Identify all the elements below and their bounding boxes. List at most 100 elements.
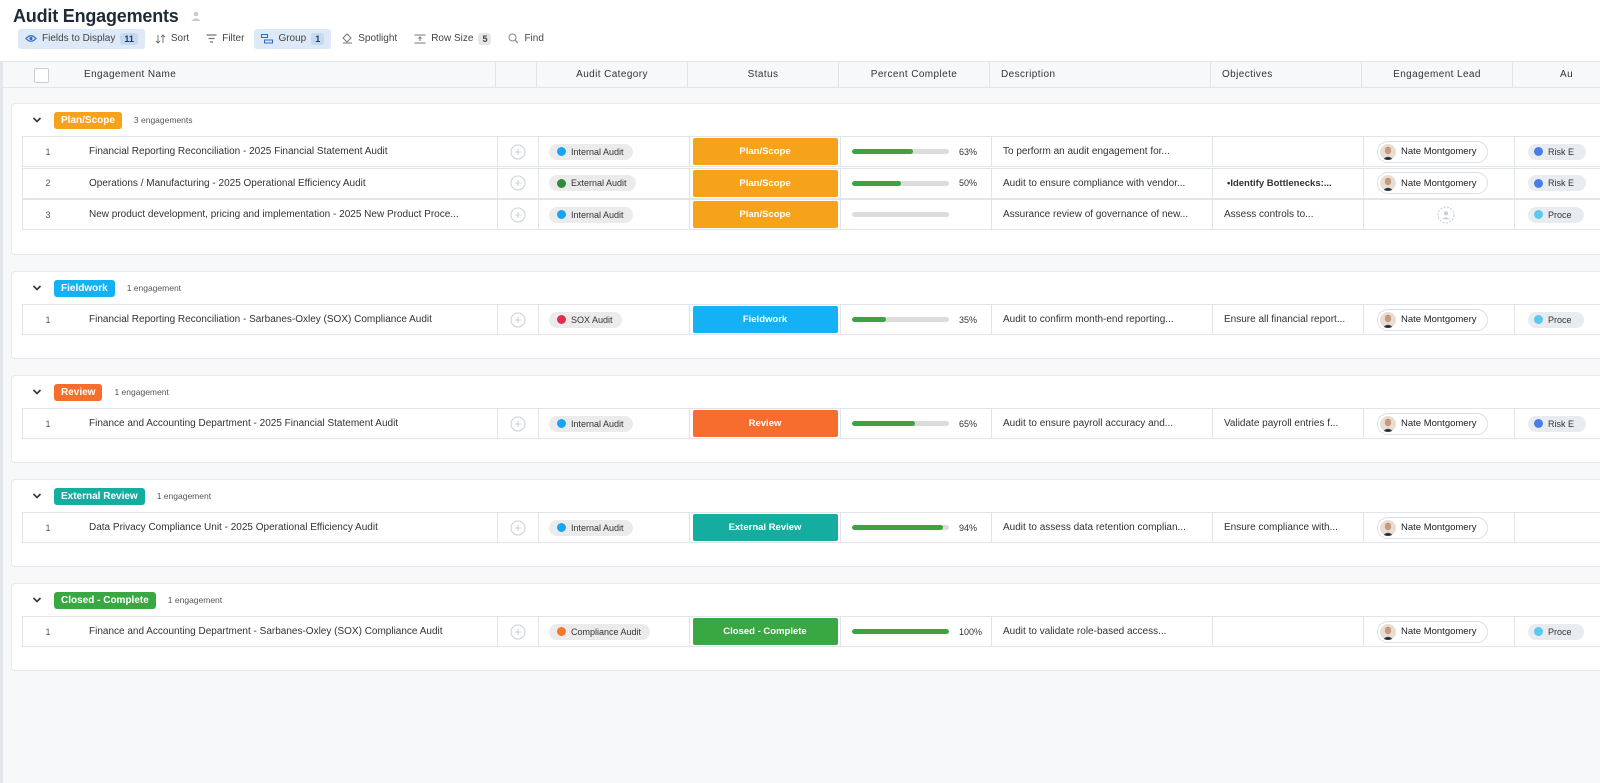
header-next-column[interactable]: Au <box>1513 62 1600 88</box>
select-all-checkbox[interactable] <box>34 68 49 83</box>
header-description[interactable]: Description <box>990 62 1211 88</box>
engagement-lead-cell[interactable]: Nate Montgomery <box>1364 305 1515 334</box>
header-objectives[interactable]: Objectives <box>1211 62 1362 88</box>
table-row[interactable]: 1 Financial Reporting Reconciliation - Sa… <box>22 304 1600 335</box>
objectives-cell[interactable] <box>1213 617 1364 646</box>
add-comment-cell[interactable] <box>498 409 539 438</box>
objectives-cell[interactable]: Assess controls to... <box>1213 200 1364 229</box>
engagement-lead-cell[interactable]: Nate Montgomery <box>1364 409 1515 438</box>
audit-category-cell[interactable]: SOX Audit <box>539 305 690 334</box>
status-cell[interactable]: Fieldwork <box>690 305 841 334</box>
status-cell[interactable]: Plan/Scope <box>690 137 841 166</box>
share-users-icon[interactable] <box>189 9 203 23</box>
objectives-cell[interactable]: Validate payroll entries f... <box>1213 409 1364 438</box>
audit-category-cell[interactable]: Internal Audit <box>539 409 690 438</box>
add-comment-icon <box>510 143 526 160</box>
engagement-lead-cell[interactable]: Nate Montgomery <box>1364 137 1515 166</box>
chevron-down-icon[interactable] <box>32 491 42 501</box>
percent-complete-cell[interactable]: 63% <box>841 137 992 166</box>
status-badge: Review <box>692 410 838 437</box>
description-cell[interactable]: Audit to assess data retention complian.… <box>992 513 1213 542</box>
add-comment-cell[interactable] <box>498 137 539 166</box>
engagement-lead-cell[interactable]: Nate Montgomery <box>1364 168 1515 198</box>
engagement-name-cell[interactable]: Finance and Accounting Department - 2025… <box>73 409 498 438</box>
percent-complete-cell[interactable]: 35% <box>841 305 992 334</box>
add-comment-cell[interactable] <box>498 200 539 229</box>
table-row[interactable]: 3 New product development, pricing and im… <box>22 199 1600 230</box>
group-count: 1 engagement <box>126 283 182 293</box>
status-cell[interactable]: Closed - Complete <box>690 617 841 646</box>
status-cell[interactable]: Plan/Scope <box>690 168 841 198</box>
audit-category-cell[interactable]: Internal Audit <box>539 137 690 166</box>
add-comment-cell[interactable] <box>498 168 539 198</box>
header-status[interactable]: Status <box>688 62 839 88</box>
description-cell[interactable]: Audit to validate role-based access... <box>992 617 1213 646</box>
objectives-cell[interactable]: Ensure compliance with... <box>1213 513 1364 542</box>
audit-category-cell[interactable]: Internal Audit <box>539 513 690 542</box>
engagement-lead-chip: Nate Montgomery <box>1377 412 1488 435</box>
engagement-name-cell[interactable]: Operations / Manufacturing - 2025 Operat… <box>73 168 498 198</box>
category-dot <box>557 315 566 324</box>
table-row[interactable]: 2 Operations / Manufacturing - 2025 Opera… <box>22 167 1600 199</box>
next-column-cell[interactable] <box>1515 513 1600 542</box>
header-percent-complete[interactable]: Percent Complete <box>839 62 990 88</box>
next-column-cell[interactable]: Risk E <box>1515 409 1600 438</box>
next-column-cell[interactable]: Proce <box>1515 305 1600 334</box>
objectives-cell[interactable]: • Identify Bottlenecks:... <box>1213 168 1364 198</box>
group-button[interactable]: Group 1 <box>254 28 332 49</box>
row-size-button[interactable]: Row Size 5 <box>407 29 498 49</box>
chevron-down-icon[interactable] <box>32 595 42 605</box>
table-row[interactable]: 1 Data Privacy Compliance Unit - 2025 Ope… <box>22 512 1600 543</box>
engagement-lead-cell[interactable]: Nate Montgomery <box>1364 617 1515 646</box>
table-row[interactable]: 1 Financial Reporting Reconciliation - 20… <box>22 136 1600 167</box>
percent-complete-cell[interactable]: 100% <box>841 617 992 646</box>
engagement-name-cell[interactable]: Financial Reporting Reconciliation - 202… <box>73 137 498 166</box>
filter-button[interactable]: Filter <box>199 29 251 49</box>
next-column-cell[interactable]: Proce <box>1515 200 1600 229</box>
percent-complete-cell[interactable] <box>841 200 992 229</box>
add-comment-cell[interactable] <box>498 305 539 334</box>
engagement-name-cell[interactable]: New product development, pricing and imp… <box>73 200 498 229</box>
description-cell[interactable]: Assurance review of governance of new... <box>992 200 1213 229</box>
description-cell[interactable]: To perform an audit engagement for... <box>992 137 1213 166</box>
audit-category-cell[interactable]: Internal Audit <box>539 200 690 229</box>
engagement-name-cell[interactable]: Financial Reporting Reconciliation - Sar… <box>73 305 498 334</box>
find-button[interactable]: Find <box>501 29 550 49</box>
add-comment-cell[interactable] <box>498 617 539 646</box>
chevron-down-icon[interactable] <box>32 115 42 125</box>
engagement-lead-cell[interactable] <box>1364 200 1515 229</box>
fields-to-display-button[interactable]: Fields to Display 11 <box>18 28 145 49</box>
description-cell[interactable]: Audit to ensure payroll accuracy and... <box>992 409 1213 438</box>
percent-label: 63% <box>959 146 978 157</box>
header-engagement-name[interactable]: Engagement Name <box>73 62 496 88</box>
next-column-cell[interactable]: Proce <box>1515 617 1600 646</box>
audit-category-cell[interactable]: Compliance Audit <box>539 617 690 646</box>
engagement-name-cell[interactable]: Finance and Accounting Department - Sarb… <box>73 617 498 646</box>
sort-button[interactable]: Sort <box>148 29 196 49</box>
fields-count-badge: 11 <box>120 32 138 45</box>
header-audit-category[interactable]: Audit Category <box>537 62 688 88</box>
next-column-cell[interactable]: Risk E <box>1515 169 1600 198</box>
table-row[interactable]: 1 Finance and Accounting Department - 202… <box>22 408 1600 439</box>
description-cell[interactable]: Audit to ensure compliance with vendor..… <box>992 168 1213 198</box>
table-row[interactable]: 1 Finance and Accounting Department - Sar… <box>22 616 1600 647</box>
percent-complete-cell[interactable]: 94% <box>841 513 992 542</box>
engagement-name-cell[interactable]: Data Privacy Compliance Unit - 2025 Oper… <box>73 513 498 542</box>
objectives-cell[interactable]: Ensure all financial report... <box>1213 305 1364 334</box>
column-header-row: Engagement Name Audit Category Status Pe… <box>3 61 1600 88</box>
add-comment-cell[interactable] <box>498 513 539 542</box>
header-engagement-lead[interactable]: Engagement Lead <box>1362 62 1513 88</box>
chevron-down-icon[interactable] <box>32 387 42 397</box>
chevron-down-icon[interactable] <box>32 283 42 293</box>
percent-complete-cell[interactable]: 65% <box>841 409 992 438</box>
spotlight-button[interactable]: Spotlight <box>334 29 404 49</box>
status-cell[interactable]: External Review <box>690 513 841 542</box>
next-column-cell[interactable]: Risk E <box>1515 137 1600 166</box>
status-cell[interactable]: Review <box>690 409 841 438</box>
description-cell[interactable]: Audit to confirm month-end reporting... <box>992 305 1213 334</box>
percent-complete-cell[interactable]: 50% <box>841 168 992 198</box>
audit-category-cell[interactable]: External Audit <box>539 168 690 198</box>
engagement-lead-cell[interactable]: Nate Montgomery <box>1364 513 1515 542</box>
objectives-cell[interactable] <box>1213 137 1364 166</box>
status-cell[interactable]: Plan/Scope <box>690 200 841 229</box>
